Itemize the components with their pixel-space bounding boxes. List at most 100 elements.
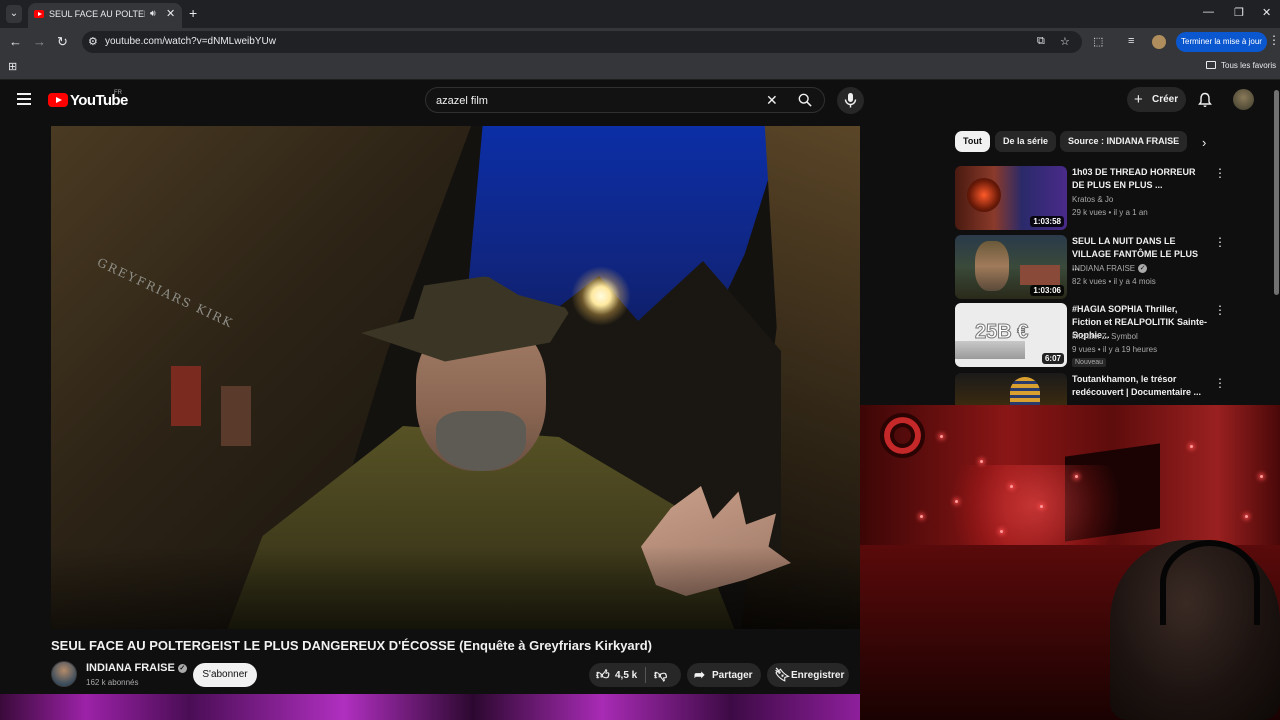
tab-search-chevron-icon[interactable]: ⌄: [6, 5, 22, 23]
thumbnail-village: [1020, 265, 1060, 285]
recommendation-item[interactable]: 1:03:06 SEUL LA NUIT DANS LE VILLAGE FAN…: [955, 235, 1275, 301]
channel-name-text: INDIANA FRAISE: [86, 662, 175, 674]
clear-search-icon[interactable]: ✕: [766, 92, 778, 109]
recommendation-channel[interactable]: Kratos & Jo: [1072, 195, 1113, 204]
browser-toolbar: ← → ↻ ⚙︎ youtube.com/watch?v=dNMLweibYUw…: [0, 28, 1280, 56]
channel-name[interactable]: INDIANA FRAISE ✓: [86, 662, 187, 674]
site-info-icon[interactable]: ⚙︎: [88, 35, 98, 48]
recommendation-channel-text: INDIANA FRAISE: [1072, 264, 1136, 273]
update-button[interactable]: Terminer la mise à jour: [1176, 32, 1267, 52]
forward-icon[interactable]: →: [33, 34, 46, 49]
subscribe-button[interactable]: S'abonner: [193, 663, 257, 687]
more-actions-icon[interactable]: ⋮: [1214, 166, 1226, 180]
recommendation-item[interactable]: Toutankhamon, le trésor redécouvert | Do…: [955, 373, 1275, 405]
url-text: youtube.com/watch?v=dNMLweibYUw: [105, 36, 276, 47]
new-badge: Nouveau: [1072, 358, 1107, 367]
verified-icon: ✓: [1138, 264, 1148, 273]
webcam-overlay: [860, 405, 1280, 720]
profile-avatar[interactable]: [1152, 35, 1166, 49]
chip-all[interactable]: Tout: [955, 131, 990, 152]
minimize-icon[interactable]: —: [1203, 6, 1214, 18]
notifications-bell-icon[interactable]: [1197, 92, 1213, 108]
audio-playing-icon[interactable]: 🔊︎: [150, 8, 156, 19]
recommendation-channel[interactable]: Michael Z. Symbol: [1072, 332, 1138, 341]
subscriber-count: 162 k abonnés: [86, 678, 139, 687]
apps-grid-icon[interactable]: ⊞: [8, 60, 17, 73]
more-actions-icon[interactable]: ⋮: [1214, 376, 1226, 390]
chevron-right-icon[interactable]: ›: [1202, 135, 1206, 150]
like-dislike-group: 👍︎ 4,5 k 👎︎: [589, 663, 681, 687]
plus-icon: +: [1134, 91, 1143, 108]
recommendation-channel[interactable]: INDIANA FRAISE ✓: [1072, 264, 1148, 273]
share-button[interactable]: ➦ Partager: [687, 663, 761, 687]
account-avatar[interactable]: [1233, 89, 1254, 110]
webcam-spiral-poster: [880, 413, 925, 458]
browser-menu-icon[interactable]: ⋮: [1268, 33, 1280, 47]
install-app-icon[interactable]: ⧉: [1037, 35, 1045, 48]
new-tab-icon[interactable]: +: [189, 5, 197, 21]
create-button[interactable]: + Créer: [1127, 87, 1186, 112]
recommendation-thumbnail[interactable]: [955, 373, 1067, 405]
fairy-light: [1000, 530, 1003, 533]
menu-icon[interactable]: [17, 93, 31, 105]
fairy-light: [1075, 475, 1078, 478]
video-frame-shadow: [51, 546, 860, 629]
thumbnail-eye: [967, 178, 1001, 212]
back-icon[interactable]: ←: [9, 34, 22, 49]
chip-series[interactable]: De la série: [995, 131, 1057, 152]
all-bookmarks-link[interactable]: Tous les favoris: [1221, 61, 1276, 70]
tab-title: SEUL FACE AU POLTERGEIST LE PLUS DANGERE…: [49, 9, 145, 19]
maximize-icon[interactable]: ❐: [1234, 6, 1244, 19]
search-input[interactable]: [436, 92, 756, 109]
fairy-light: [920, 515, 923, 518]
page-scrollbar[interactable]: [1274, 90, 1279, 295]
video-frame-street-lamp: [571, 266, 631, 326]
video-frame-poster: [221, 386, 251, 446]
reload-icon[interactable]: ↻: [57, 34, 68, 50]
youtube-header: YouTube FR ✕ + Créer: [0, 80, 1280, 122]
webcam-light-glow: [920, 465, 1150, 545]
video-player[interactable]: GREYFRIARS KIRK: [51, 126, 860, 629]
microphone-icon: [844, 93, 857, 108]
recommendation-thumbnail[interactable]: 25B € 6:07: [955, 303, 1067, 367]
recommendation-title[interactable]: Toutankhamon, le trésor redécouvert | Do…: [1072, 373, 1207, 399]
fairy-light: [1010, 485, 1013, 488]
tab-close-icon[interactable]: ✕: [166, 7, 175, 20]
voice-search-button[interactable]: [837, 87, 864, 114]
chip-source[interactable]: Source : INDIANA FRAISE: [1060, 131, 1188, 152]
fairy-light: [1190, 445, 1193, 448]
address-bar[interactable]: ⚙︎ youtube.com/watch?v=dNMLweibYUw ⧉ ☆: [82, 31, 1082, 53]
video-title: SEUL FACE AU POLTERGEIST LE PLUS DANGERE…: [51, 638, 652, 653]
thumbnail-price-text: 25B €: [974, 321, 1029, 344]
video-frame-person-beard: [436, 411, 526, 471]
create-label: Créer: [1152, 94, 1179, 105]
share-icon: ➦: [694, 667, 705, 682]
video-duration: 6:07: [1041, 353, 1064, 364]
like-icon[interactable]: 👍︎: [596, 667, 610, 683]
more-actions-icon[interactable]: ⋮: [1214, 303, 1226, 317]
bookmarks-bar: ⊞ Tous les favoris: [0, 56, 1280, 80]
recommendation-item[interactable]: 1:03:58 1h03 DE THREAD HORREUR DE PLUS E…: [955, 166, 1275, 232]
window-close-icon[interactable]: ✕: [1262, 6, 1271, 19]
search-icon[interactable]: [798, 93, 812, 107]
fairy-light: [1260, 475, 1263, 478]
browser-tab[interactable]: SEUL FACE AU POLTERGEIST LE PLUS DANGERE…: [28, 3, 182, 28]
recommendation-title[interactable]: 1h03 DE THREAD HORREUR DE PLUS EN PLUS .…: [1072, 166, 1207, 192]
extensions-icon[interactable]: ⬚: [1093, 35, 1103, 48]
save-label: Enregistrer: [791, 670, 845, 681]
channel-avatar[interactable]: [51, 661, 77, 687]
bookmark-star-icon[interactable]: ☆: [1060, 35, 1070, 48]
more-actions-icon[interactable]: ⋮: [1214, 235, 1226, 249]
fairy-light: [1245, 515, 1248, 518]
recommendation-thumbnail[interactable]: 1:03:58: [955, 166, 1067, 230]
thumbnail-mask: [1010, 377, 1040, 405]
youtube-favicon-icon: [34, 10, 44, 18]
recommendation-thumbnail[interactable]: 1:03:06: [955, 235, 1067, 299]
dislike-icon[interactable]: 👎︎: [654, 667, 667, 683]
media-controls-icon[interactable]: ≡: [1128, 35, 1134, 47]
recommendation-item[interactable]: 25B € 6:07 #HAGIA SOPHIA Thriller, Ficti…: [955, 303, 1275, 369]
save-button[interactable]: 🔖︎ Enregistrer: [767, 663, 849, 687]
fairy-light: [1040, 505, 1043, 508]
youtube-logo-icon[interactable]: [48, 93, 68, 107]
like-count[interactable]: 4,5 k: [615, 670, 637, 681]
